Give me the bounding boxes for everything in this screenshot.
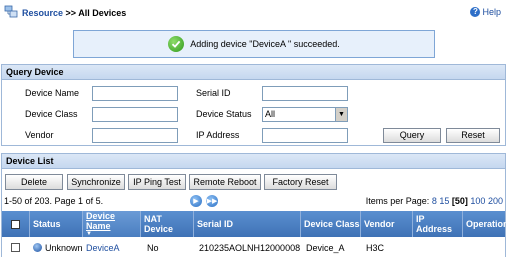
success-message: Adding device "DeviceA " succeeded. (73, 30, 435, 58)
column-status[interactable]: Status (30, 211, 83, 237)
pagination-summary: 1-50 of 203. Page 1 of 5. (4, 196, 104, 206)
column-nat-device[interactable]: NAT Device (141, 211, 194, 237)
items-per-page: Items per Page: 8 15 [50] 100 200 (366, 196, 503, 206)
per-page-option-100[interactable]: 100 (470, 196, 485, 206)
table-header: Status Device Name ▼ NAT Device Serial I… (2, 211, 507, 237)
synchronize-button[interactable]: Synchronize (67, 174, 125, 190)
vendor-label: Vendor (25, 130, 54, 140)
resource-icon (4, 5, 18, 18)
items-per-page-label: Items per Page: (365, 196, 430, 206)
device-class-label: Device Class (25, 109, 78, 119)
ip-address-input[interactable] (262, 128, 348, 143)
row-status-cell: Unknown (30, 237, 83, 257)
factory-reset-button[interactable]: Factory Reset (264, 174, 337, 190)
ip-address-label: IP Address (196, 130, 240, 140)
per-page-option-15[interactable]: 15 (439, 196, 449, 206)
device-status-value: All (265, 109, 276, 119)
breadcrumb-current: All Devices (78, 8, 127, 18)
breadcrumb: Resource >> All Devices (22, 8, 126, 18)
table-row: Unknown DeviceA No 210235AOLNH12000008 D… (2, 237, 505, 257)
row-select-cell (2, 237, 30, 257)
row-nat-device: No (147, 242, 159, 253)
reset-button[interactable]: Reset (446, 128, 500, 143)
help-icon[interactable]: ? (470, 7, 481, 17)
row-vendor: H3C (366, 242, 385, 253)
device-list-title: Device List (2, 154, 505, 169)
row-device-name-link[interactable]: DeviceA (86, 243, 120, 253)
device-status-label: Device Status (196, 109, 252, 119)
per-page-option-8[interactable]: 8 (432, 196, 437, 206)
row-ip-address (413, 237, 463, 257)
row-serial-id: 210235AOLNH12000008 (199, 242, 301, 253)
device-status-select[interactable]: All ▼ (262, 107, 348, 122)
success-message-text: Adding device "DeviceA " succeeded. (190, 39, 340, 49)
query-device-panel: Query Device Device Name Device Class Ve… (1, 64, 506, 146)
row-status: Unknown (45, 242, 83, 253)
remote-reboot-button[interactable]: Remote Reboot (189, 174, 261, 190)
row-operation (463, 237, 505, 257)
select-all-checkbox[interactable] (11, 219, 20, 229)
device-list-panel: Device List Delete Synchronize IP Ping T… (1, 153, 507, 257)
column-ip-address[interactable]: IP Address (413, 211, 463, 237)
top-bar: Resource >> All Devices ? Help (0, 0, 507, 24)
ip-ping-test-button[interactable]: IP Ping Test (128, 174, 186, 190)
device-class-input[interactable] (92, 107, 178, 122)
last-page-icon[interactable]: ▶▶ (206, 195, 218, 207)
breadcrumb-separator: >> (63, 8, 79, 18)
per-page-option-50: [50] (451, 196, 468, 206)
column-operation: Operation (466, 219, 507, 229)
select-all-cell (2, 211, 30, 237)
column-serial-id[interactable]: Serial ID (194, 211, 301, 237)
serial-id-label: Serial ID (196, 88, 231, 98)
row-device-class: Device_A (306, 242, 345, 253)
chevron-down-icon[interactable]: ▼ (335, 108, 347, 121)
serial-id-input[interactable] (262, 86, 348, 101)
per-page-option-200[interactable]: 200 (488, 196, 503, 206)
row-device-name-cell: DeviceA (83, 237, 141, 257)
row-checkbox[interactable] (11, 243, 20, 252)
column-device-name[interactable]: Device Name ▼ (83, 211, 141, 237)
next-page-icon[interactable]: ▶ (190, 195, 202, 207)
vendor-input[interactable] (92, 128, 178, 143)
query-button[interactable]: Query (383, 128, 441, 143)
column-vendor[interactable]: Vendor (361, 211, 413, 237)
column-device-name-label[interactable]: Device Name (86, 211, 140, 231)
device-name-label: Device Name (25, 88, 80, 98)
query-device-title: Query Device (2, 65, 505, 80)
success-check-icon (168, 36, 185, 52)
status-unknown-icon (33, 243, 42, 252)
help-link[interactable]: ? Help (470, 7, 501, 17)
help-label[interactable]: Help (482, 7, 501, 17)
breadcrumb-resource-link[interactable]: Resource (22, 8, 63, 18)
column-device-class[interactable]: Device Class (301, 211, 361, 237)
delete-button[interactable]: Delete (5, 174, 63, 190)
device-name-input[interactable] (92, 86, 178, 101)
